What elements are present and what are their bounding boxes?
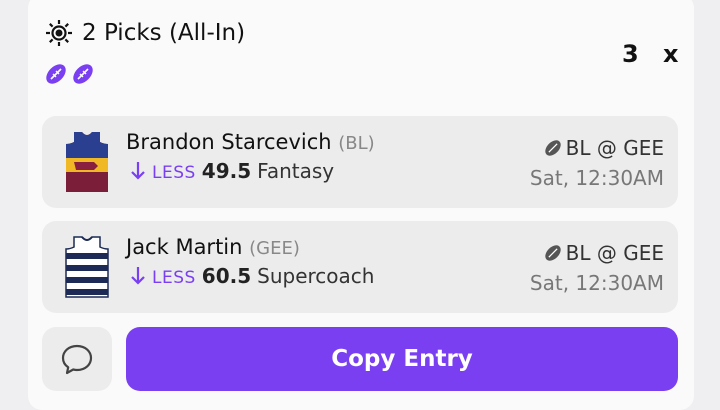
game-time: Sat, 12:30AM bbox=[529, 166, 664, 190]
pick-line: LESS 49.5 Fantasy bbox=[130, 159, 334, 183]
football-indicators bbox=[44, 62, 95, 86]
payout-multiplier: 3 bbox=[622, 40, 639, 68]
pick-direction: LESS bbox=[152, 163, 196, 183]
matchup: BL @ GEE bbox=[543, 241, 664, 265]
brisbane-lions-jersey-icon bbox=[66, 132, 108, 192]
player-name: Brandon Starcevich (BL) bbox=[126, 130, 375, 154]
matchup-text: BL @ GEE bbox=[565, 241, 664, 265]
entry-header: 2 Picks (All-In) bbox=[44, 18, 245, 48]
matchup-text: BL @ GEE bbox=[565, 136, 664, 160]
player-team: (GEE) bbox=[249, 238, 300, 259]
player-name: Jack Martin (GEE) bbox=[126, 235, 300, 259]
game-time: Sat, 12:30AM bbox=[529, 271, 664, 295]
football-icon bbox=[73, 64, 93, 84]
player-name-text: Brandon Starcevich bbox=[126, 130, 332, 154]
pick-card[interactable]: Jack Martin (GEE) LESS 60.5 Supercoach B… bbox=[42, 221, 678, 313]
stat-type: Fantasy bbox=[257, 159, 335, 183]
copy-entry-button[interactable]: Copy Entry bbox=[126, 327, 678, 391]
pick-line: LESS 60.5 Supercoach bbox=[130, 264, 374, 288]
sun-icon bbox=[46, 20, 72, 46]
arrow-down-icon bbox=[131, 162, 145, 180]
line-value: 60.5 bbox=[201, 264, 252, 288]
pick-card[interactable]: Brandon Starcevich (BL) LESS 49.5 Fantas… bbox=[42, 116, 678, 208]
football-icon bbox=[46, 64, 66, 84]
geelong-jersey-icon bbox=[65, 236, 109, 298]
football-icon bbox=[544, 245, 561, 261]
arrow-down-icon bbox=[131, 267, 145, 285]
chat-bubble-icon bbox=[61, 344, 93, 375]
matchup: BL @ GEE bbox=[543, 136, 664, 160]
player-team: (BL) bbox=[338, 133, 375, 154]
pick-direction: LESS bbox=[152, 268, 196, 288]
close-button[interactable]: x bbox=[663, 40, 678, 68]
comment-button[interactable] bbox=[42, 327, 112, 391]
stat-type: Supercoach bbox=[257, 264, 375, 288]
line-value: 49.5 bbox=[201, 159, 252, 183]
entry-title: 2 Picks (All-In) bbox=[82, 20, 246, 46]
football-icon bbox=[544, 140, 561, 156]
player-name-text: Jack Martin bbox=[126, 235, 243, 259]
